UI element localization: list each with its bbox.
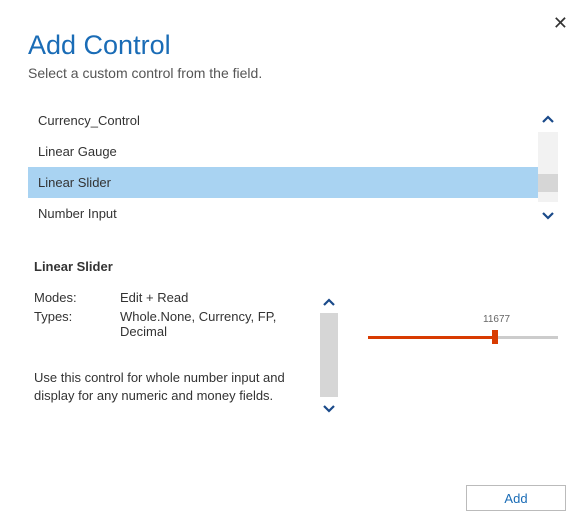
detail-meta: Modes: Edit + Read Types: Whole.None, Cu…: [34, 290, 320, 420]
scroll-track[interactable]: [538, 132, 558, 202]
list-item[interactable]: Linear Gauge: [28, 136, 538, 167]
add-button[interactable]: Add: [466, 485, 566, 511]
meta-value: Edit + Read: [120, 290, 320, 305]
meta-value: Whole.None, Currency, FP, Decimal: [120, 309, 320, 339]
chevron-up-icon[interactable]: [320, 290, 338, 313]
list-item[interactable]: Linear Slider: [28, 167, 538, 198]
list-item[interactable]: Number Input: [28, 198, 538, 229]
dialog-body: Add Control Select a custom control from…: [0, 0, 586, 420]
control-list-wrap: Currency_Control Linear Gauge Linear Sli…: [28, 105, 558, 229]
detail-description: Use this control for whole number input …: [34, 369, 320, 404]
scroll-track[interactable]: [320, 313, 338, 397]
detail-scrollbar: [320, 290, 338, 420]
chevron-up-icon[interactable]: [538, 105, 558, 132]
detail-panel: Modes: Edit + Read Types: Whole.None, Cu…: [28, 290, 558, 420]
slider-thumb[interactable]: [492, 330, 498, 344]
list-scrollbar: [538, 105, 558, 229]
control-list: Currency_Control Linear Gauge Linear Sli…: [28, 105, 538, 229]
dialog-footer: Add: [466, 485, 566, 511]
meta-label: Modes:: [34, 290, 120, 305]
meta-row-modes: Modes: Edit + Read: [34, 290, 320, 305]
linear-slider-preview[interactable]: 11677: [368, 330, 558, 333]
slider-fill: [368, 336, 496, 339]
close-icon[interactable]: ✕: [553, 14, 568, 32]
detail-left: Modes: Edit + Read Types: Whole.None, Cu…: [34, 290, 338, 420]
scroll-thumb[interactable]: [538, 174, 558, 192]
slider-track[interactable]: [368, 336, 558, 339]
meta-label: Types:: [34, 309, 120, 339]
slider-value-label: 11677: [483, 314, 510, 325]
chevron-down-icon[interactable]: [538, 202, 558, 229]
detail-heading: Linear Slider: [28, 259, 558, 274]
dialog-subtitle: Select a custom control from the field.: [28, 65, 558, 81]
list-item[interactable]: Currency_Control: [28, 105, 538, 136]
dialog-title: Add Control: [28, 30, 558, 61]
control-preview: 11677: [338, 290, 558, 420]
chevron-down-icon[interactable]: [320, 397, 338, 420]
meta-row-types: Types: Whole.None, Currency, FP, Decimal: [34, 309, 320, 339]
